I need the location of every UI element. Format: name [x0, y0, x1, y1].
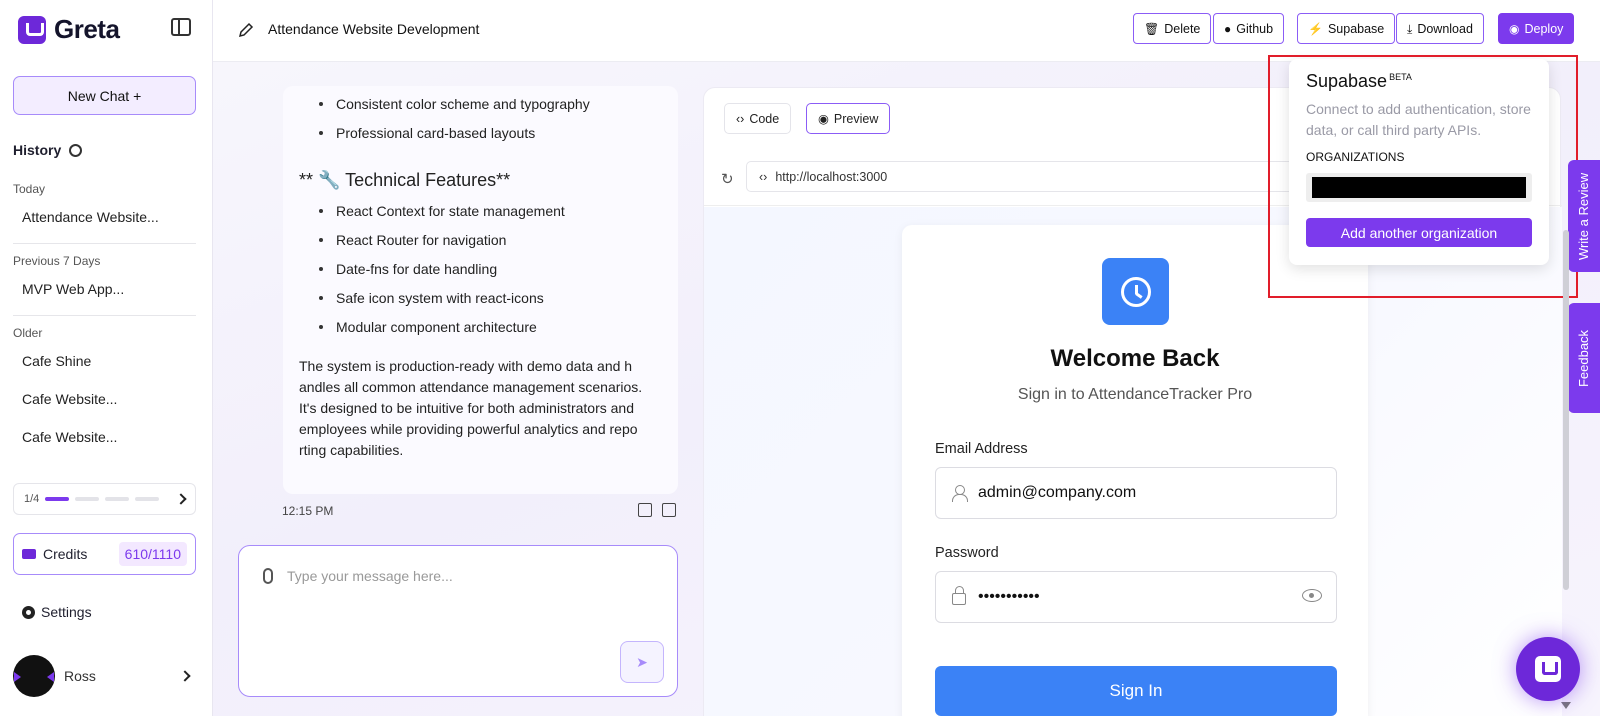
- chevron-right-icon[interactable]: [179, 670, 191, 682]
- greta-logo-icon: [1535, 656, 1561, 682]
- list-item: Safe icon system with react-icons: [319, 288, 662, 317]
- tab-preview[interactable]: ◉ Preview: [806, 103, 891, 134]
- lock-icon: [952, 586, 966, 605]
- send-icon: ➤: [636, 653, 648, 670]
- scrollbar[interactable]: [1563, 230, 1569, 590]
- delete-button[interactable]: 🗑 Delete: [1133, 13, 1212, 44]
- new-chat-button[interactable]: New Chat +: [13, 76, 196, 115]
- thumbs-down-icon[interactable]: [662, 503, 676, 517]
- summary-text: The system is production-ready with demo…: [299, 358, 643, 458]
- user-icon: [952, 485, 968, 502]
- history-heading: History: [13, 142, 83, 158]
- sign-in-button[interactable]: Sign In: [935, 666, 1337, 716]
- history-item[interactable]: Attendance Website...: [22, 209, 159, 225]
- highlight-box: [1268, 55, 1578, 298]
- list-item: Consistent color scheme and typography: [319, 94, 662, 123]
- project-title: Attendance Website Development: [268, 21, 480, 37]
- eye-icon[interactable]: [1302, 589, 1322, 602]
- send-button[interactable]: ➤: [620, 641, 664, 683]
- divider: [13, 315, 196, 316]
- code-icon: ‹›: [759, 169, 768, 184]
- chevron-right-icon[interactable]: [175, 493, 187, 505]
- login-card: Welcome Back Sign in to AttendanceTracke…: [902, 225, 1368, 716]
- pencil-icon[interactable]: [238, 22, 254, 38]
- paperclip-icon[interactable]: [263, 568, 273, 584]
- sidebar: Greta New Chat + History Today Attendanc…: [0, 0, 213, 716]
- greta-logo-icon: [18, 15, 46, 44]
- feedback-tab[interactable]: Feedback: [1568, 303, 1600, 413]
- history-item[interactable]: MVP Web App...: [22, 281, 124, 297]
- credits-label: Credits: [43, 546, 88, 562]
- history-item[interactable]: Cafe Shine: [22, 353, 91, 369]
- message-composer: ➤: [238, 545, 678, 697]
- history-pager: 1/4: [13, 483, 196, 515]
- download-icon: ⤓: [1407, 21, 1413, 36]
- logo[interactable]: Greta: [18, 14, 120, 45]
- user-name: Ross: [64, 668, 96, 684]
- scroll-down-icon[interactable]: [1561, 702, 1571, 709]
- email-value: admin@company.com: [978, 484, 1137, 501]
- pager-dot[interactable]: [135, 497, 160, 501]
- settings-link[interactable]: Settings: [22, 604, 92, 620]
- history-item[interactable]: Cafe Website...: [22, 429, 117, 445]
- features-list: React Context for state management React…: [299, 201, 662, 346]
- pager-dot[interactable]: [75, 497, 100, 501]
- github-button[interactable]: ● Github: [1213, 13, 1285, 44]
- deploy-icon: ◉: [1509, 21, 1520, 36]
- password-field[interactable]: •••••••••••: [935, 571, 1337, 623]
- avatar: [13, 655, 55, 697]
- assistant-message: Consistent color scheme and typography P…: [283, 86, 678, 494]
- list-item: Professional card-based layouts: [319, 123, 662, 152]
- password-label: Password: [935, 545, 999, 561]
- history-group-label: Older: [13, 326, 43, 340]
- password-value: •••••••••••: [978, 588, 1040, 605]
- pager-dot[interactable]: [45, 497, 70, 501]
- pager-count: 1/4: [24, 493, 40, 505]
- app-name: Greta: [54, 14, 120, 44]
- reload-icon[interactable]: ↻: [721, 170, 734, 188]
- history-item[interactable]: Cafe Website...: [22, 391, 117, 407]
- list-item: React Router for navigation: [319, 230, 662, 259]
- code-icon: ‹›: [736, 111, 745, 126]
- tab-code[interactable]: ‹› Code: [724, 103, 792, 134]
- history-group-label: Previous 7 Days: [13, 254, 101, 268]
- user-profile[interactable]: Ross: [13, 655, 96, 697]
- pager-dot[interactable]: [105, 497, 130, 501]
- credits-panel[interactable]: Credits 610/1110: [13, 533, 196, 575]
- url-text: http://localhost:3000: [775, 169, 888, 184]
- message-timestamp: 12:15 PM: [282, 504, 334, 518]
- list-item: React Context for state management: [319, 201, 662, 230]
- history-group-label: Today: [13, 182, 46, 196]
- top-bar: Attendance Website Development 🗑 Delete …: [213, 0, 1600, 62]
- settings-label: Settings: [41, 604, 92, 620]
- write-review-tab[interactable]: Write a Review: [1568, 160, 1600, 272]
- sidebar-toggle-icon[interactable]: [171, 18, 191, 36]
- email-label: Email Address: [935, 441, 1028, 457]
- clock-icon: [1120, 276, 1151, 307]
- supabase-button[interactable]: ⚡ Supabase: [1297, 13, 1396, 44]
- features-heading: ** 🔧 Technical Features**: [299, 170, 511, 190]
- list-item: Modular component architecture: [319, 317, 662, 346]
- bolt-icon: ⚡: [1308, 21, 1323, 36]
- history-icon: [69, 143, 83, 157]
- login-title: Welcome Back: [1050, 345, 1220, 372]
- email-field[interactable]: admin@company.com: [935, 467, 1337, 519]
- credits-value: 610/1110: [118, 542, 187, 566]
- trash-icon: 🗑: [1144, 21, 1160, 36]
- message-input[interactable]: [287, 568, 647, 584]
- eye-icon: ◉: [818, 112, 829, 126]
- login-subtitle: Sign in to AttendanceTracker Pro: [1017, 386, 1253, 403]
- thumbs-up-icon[interactable]: [638, 503, 652, 517]
- deploy-button[interactable]: ◉ Deploy: [1498, 13, 1575, 44]
- github-icon: ●: [1224, 21, 1232, 36]
- gear-icon: [22, 605, 35, 619]
- app-logo: [1102, 258, 1169, 325]
- ticket-icon: [22, 549, 36, 559]
- divider: [13, 243, 196, 244]
- greta-assistant-button[interactable]: [1516, 637, 1580, 701]
- bullet-list: Consistent color scheme and typography P…: [299, 94, 662, 152]
- list-item: Date-fns for date handling: [319, 259, 662, 288]
- download-button[interactable]: ⤓ Download: [1396, 13, 1484, 44]
